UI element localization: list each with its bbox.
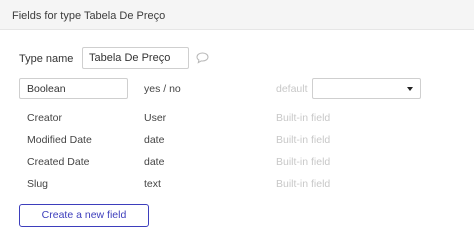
field-type: yes / no — [144, 83, 181, 95]
create-new-field-button[interactable]: Create a new field — [19, 204, 149, 227]
field-row-modified-date: Modified Date date Built-in field — [0, 129, 474, 151]
field-name: Slug — [27, 178, 49, 190]
field-row-creator: Creator User Built-in field — [0, 107, 474, 129]
comment-icon[interactable] — [196, 52, 209, 64]
field-type: User — [144, 112, 167, 124]
built-in-label: Built-in field — [276, 156, 331, 168]
field-type: date — [144, 156, 165, 168]
field-row-slug: Slug text Built-in field — [0, 173, 474, 195]
caret-down-icon — [407, 87, 413, 91]
panel-header: Fields for type Tabela De Preço — [0, 0, 474, 30]
built-in-label: Built-in field — [276, 134, 331, 146]
field-name: Modified Date — [27, 134, 92, 146]
type-name-label: Type name — [19, 53, 74, 65]
field-name-input[interactable] — [19, 78, 128, 99]
field-name: Created Date — [27, 156, 90, 168]
field-type: date — [144, 134, 165, 146]
field-row-boolean: yes / no default — [0, 78, 474, 100]
page-title: Fields for type Tabela De Preço — [12, 10, 166, 22]
field-row-created-date: Created Date date Built-in field — [0, 151, 474, 173]
default-label: default — [276, 83, 308, 95]
field-name: Creator — [27, 112, 63, 124]
type-name-input[interactable] — [82, 47, 189, 69]
default-value-select[interactable] — [312, 78, 421, 99]
built-in-label: Built-in field — [276, 178, 331, 190]
field-type: text — [144, 178, 161, 190]
built-in-label: Built-in field — [276, 112, 331, 124]
